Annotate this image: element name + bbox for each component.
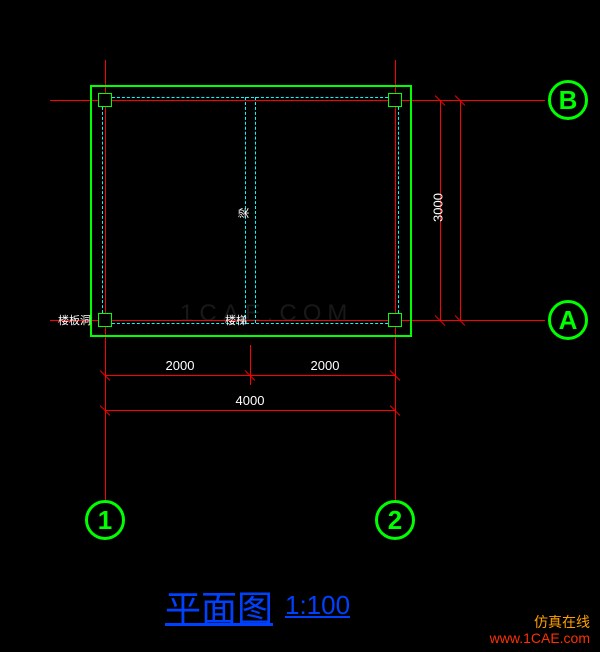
dim-ext-2b <box>395 380 396 420</box>
beam-right-edge <box>255 97 256 323</box>
grid-line-2 <box>395 60 396 500</box>
label-stair: 楼梯 <box>225 312 247 328</box>
drawing-scale: 1:100 <box>285 590 350 621</box>
dim-ext-ha2 <box>445 100 470 101</box>
axis-2: 2 <box>375 500 415 540</box>
column-bl <box>98 313 112 327</box>
brand-cn: 仿真在线 <box>490 614 590 630</box>
axis-1: 1 <box>85 500 125 540</box>
wall-top <box>90 85 410 87</box>
slab-edge-top <box>102 97 398 98</box>
drawing-canvas: 1CAE.COM 楼板洞 楼梯 梁 2000 2000 4000 3000 <box>0 0 600 652</box>
dim-total-width: 4000 <box>220 393 280 408</box>
dim-ext-1b <box>105 380 106 420</box>
brand-block: 仿真在线 www.1CAE.com <box>490 614 590 646</box>
dim-height: 3000 <box>431 188 446 228</box>
dim-ext-2a <box>395 345 396 385</box>
dim-ext-1a <box>105 345 106 385</box>
axis-A: A <box>548 300 588 340</box>
column-br <box>388 313 402 327</box>
wall-bottom <box>90 335 410 337</box>
wall-left <box>90 85 92 337</box>
grid-line-1 <box>105 60 106 500</box>
axis-B: B <box>548 80 588 120</box>
brand-url: www.1CAE.com <box>490 630 590 646</box>
slab-edge-right <box>398 97 399 323</box>
grid-line-A <box>50 320 545 321</box>
dim-line-height-outer <box>460 100 461 320</box>
wall-right <box>410 85 412 337</box>
dim-ext-hb2 <box>445 320 470 321</box>
column-tl <box>98 93 112 107</box>
dim-span-left: 2000 <box>150 358 210 373</box>
slab-edge-bottom <box>102 323 398 324</box>
slab-edge-left <box>102 97 103 323</box>
column-tr <box>388 93 402 107</box>
label-beam: 梁 <box>236 208 252 219</box>
label-slab-opening: 楼板洞 <box>58 312 91 328</box>
dim-line-total <box>105 410 395 411</box>
grid-line-B <box>50 100 545 101</box>
dim-ext-mid <box>250 345 251 385</box>
drawing-title: 平面图 <box>165 580 273 632</box>
dim-span-right: 2000 <box>295 358 355 373</box>
